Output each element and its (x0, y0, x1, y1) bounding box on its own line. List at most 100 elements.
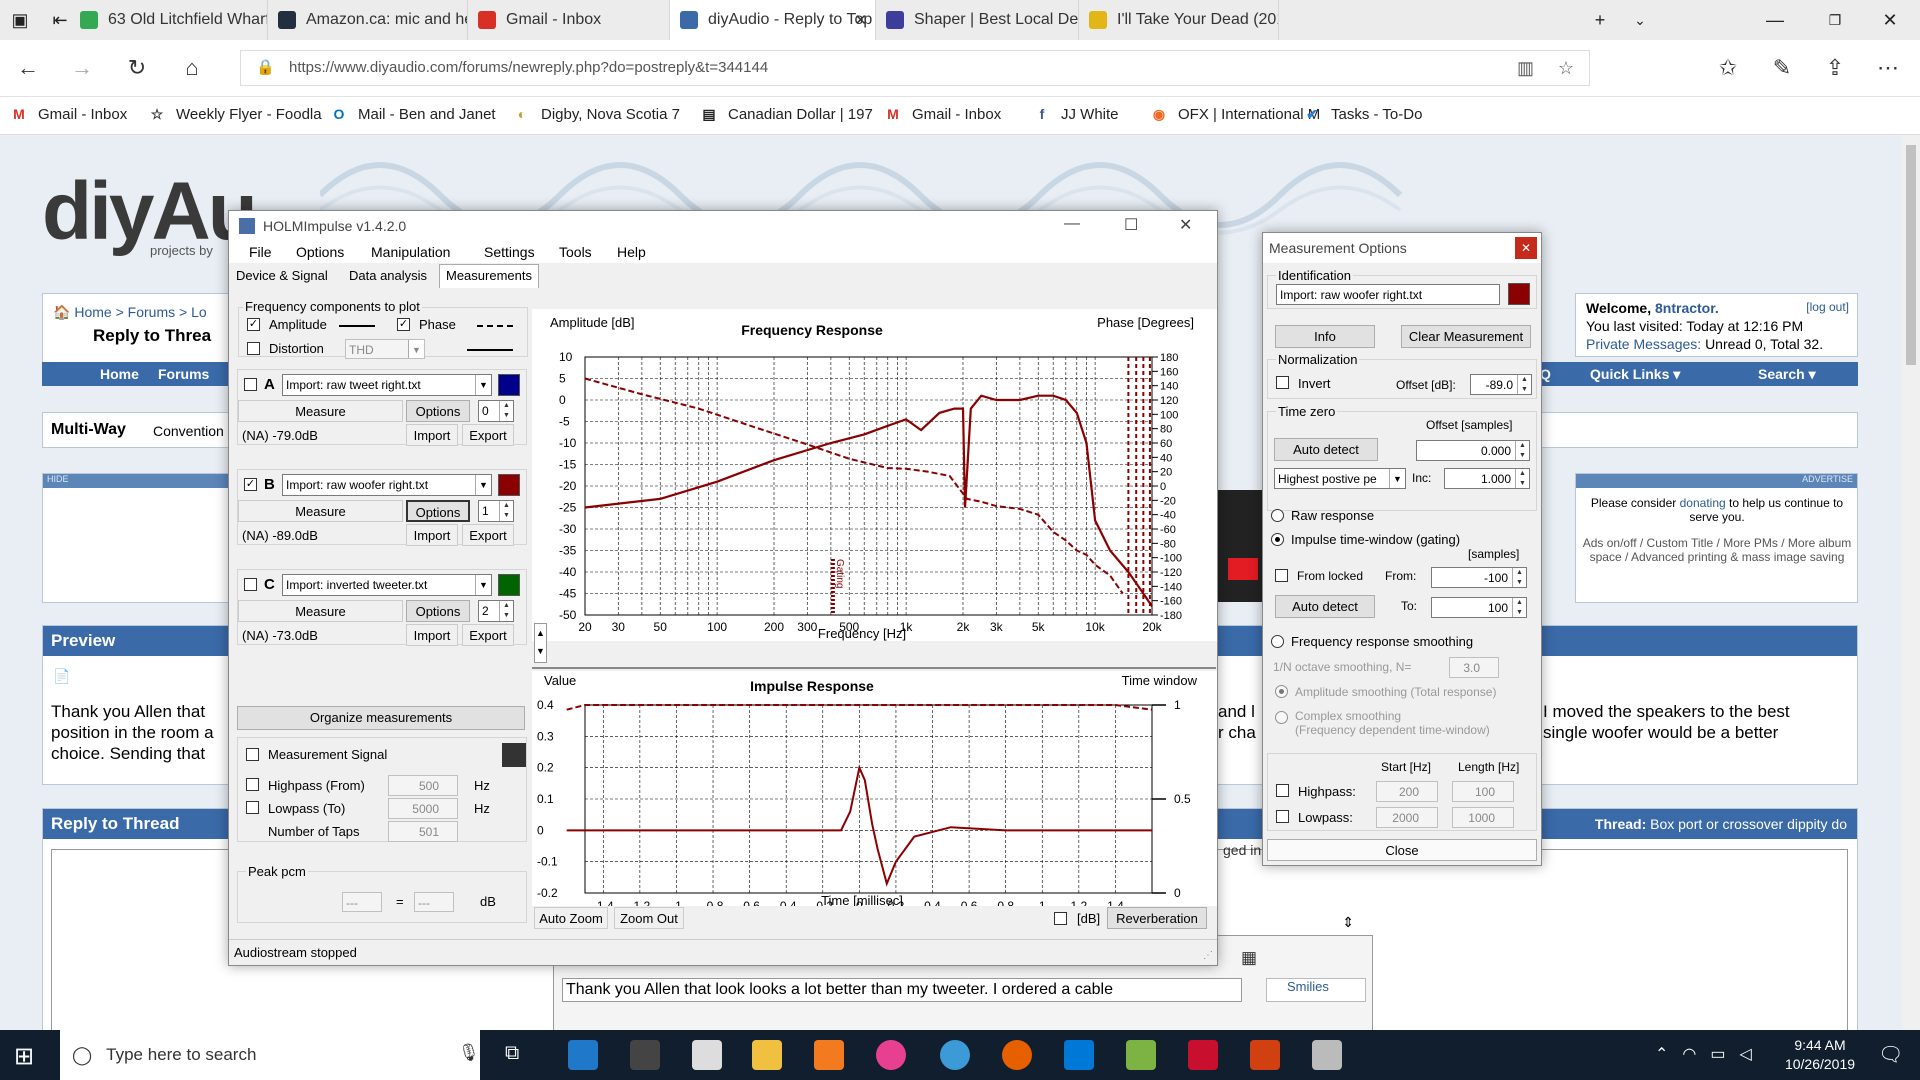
favorite-item[interactable]: f JJ White (1033, 105, 1119, 123)
favorite-item[interactable]: M Gmail - Inbox (10, 105, 127, 123)
gate-from-spin[interactable]: ▲ ▼ (1512, 568, 1526, 587)
forum-name[interactable]: Multi-Way (51, 421, 126, 439)
measurement-checkbox[interactable]: ✓ (244, 478, 257, 491)
chart-splitter[interactable] (532, 667, 1216, 669)
export-button[interactable]: Export (462, 424, 514, 446)
chart-scroll-arrows[interactable]: ▲ ▼ (534, 623, 547, 663)
tab-device-signal[interactable]: Device & Signal (236, 268, 328, 288)
lowpass-checkbox[interactable] (246, 801, 259, 814)
import-button[interactable]: Import (406, 624, 458, 646)
donate-link[interactable]: donating (1680, 496, 1726, 510)
favorite-star-icon[interactable]: ☆ (1558, 51, 1574, 85)
nav-forums[interactable]: Forums (158, 366, 209, 382)
nav-quick-links[interactable]: Quick Links ▾ (1590, 366, 1680, 383)
measurement-file-select[interactable]: Import: inverted tweeter.txt ▼ (282, 574, 492, 596)
timezero-spin[interactable]: ▲ ▼ (1515, 441, 1529, 460)
breadcrumb-home[interactable]: Home (74, 304, 111, 320)
mail-icon[interactable] (692, 1040, 722, 1070)
measurement-signal-checkbox[interactable] (246, 748, 259, 761)
signal-color-swatch[interactable] (502, 743, 526, 767)
browser-tab[interactable]: diyAudio - Reply to Top ✕ (670, 0, 876, 40)
app-green-icon[interactable] (1126, 1040, 1156, 1070)
holm-menu-help[interactable]: Help (617, 244, 646, 260)
edge-icon[interactable] (1064, 1040, 1094, 1070)
holm-menu-settings[interactable]: Settings (484, 244, 535, 260)
impulse-response-chart[interactable]: -1.4 -1.2 -1 -0.8 -0.6 -0.4 -0.2 0 0.2 0.4 0.6 0.8 1… (532, 671, 1217, 906)
share-icon[interactable]: ⇪ (1815, 50, 1855, 86)
thd-select[interactable]: THD ▼ (345, 339, 425, 359)
tab-list-chevron-icon[interactable]: ⌄ (1620, 0, 1660, 40)
url-input[interactable]: 🔒 https://www.diyaudio.com/forums/newrep… (240, 50, 1590, 86)
measurement-color-swatch[interactable] (498, 574, 520, 596)
inc-input[interactable]: 1.000 ▲ ▼ (1444, 468, 1530, 489)
measurement-color-swatch[interactable] (498, 474, 520, 496)
highpass-checkbox[interactable] (246, 778, 259, 791)
nav-home[interactable]: Home (100, 366, 139, 382)
favorite-item[interactable]: ◉ OFX | International M (1150, 105, 1320, 123)
ad-red-button[interactable] (1228, 558, 1258, 580)
notifications-icon[interactable]: 🗨 (1878, 1042, 1903, 1067)
windows-start-icon[interactable]: ⊞ (14, 1042, 34, 1071)
favorite-item[interactable]: ☆ Weekly Flyer - Foodla (148, 105, 322, 123)
measurement-spin[interactable]: 0 ▲ ▼ (478, 400, 514, 422)
calculator-icon[interactable] (630, 1040, 660, 1070)
identification-color-swatch[interactable] (1508, 283, 1530, 305)
timezero-method-select[interactable]: Highest postive pe ▼ (1274, 468, 1406, 489)
favorites-icon[interactable]: ✩ (1708, 50, 1748, 86)
favorite-item[interactable]: ◐ Digby, Nova Scotia 7 (513, 105, 680, 123)
reverberation-button[interactable]: Reverberation (1107, 907, 1207, 929)
highpass-input[interactable]: 500 (388, 775, 458, 796)
lp-length-input[interactable]: 1000 (1452, 807, 1514, 828)
firefox-icon[interactable] (1002, 1040, 1032, 1070)
raw-response-radio[interactable] (1271, 509, 1284, 522)
hp-length-input[interactable]: 100 (1452, 781, 1514, 802)
measurement-file-select[interactable]: Import: raw tweet right.txt ▼ (282, 374, 492, 396)
holmimpulse-taskbar-icon[interactable] (1312, 1040, 1342, 1070)
holm-close-icon[interactable]: ✕ (1179, 215, 1192, 235)
browser-tab[interactable]: 63 Old Litchfield Wharf Roa (70, 0, 268, 40)
browser-tab[interactable]: Gmail - Inbox (468, 0, 670, 40)
close-tab-icon[interactable]: ✕ (854, 11, 867, 29)
holm-menu-options[interactable]: Options (296, 244, 344, 260)
browser-tab[interactable]: Shaper | Best Local Deals or (876, 0, 1079, 40)
mo-close-icon[interactable]: ✕ (1515, 237, 1537, 259)
options-button[interactable]: Options (406, 400, 470, 422)
impulse-window-radio[interactable] (1271, 533, 1284, 546)
ads-options-text[interactable]: Ads on/off / Custom Title / More PMs / M… (1581, 536, 1853, 564)
lp-start-input[interactable]: 2000 (1376, 807, 1438, 828)
hide-label[interactable]: HIDE (43, 474, 231, 488)
thread-title[interactable]: Box port or crossover dippity do (1650, 816, 1847, 832)
taps-input[interactable]: 501 (388, 821, 458, 842)
measurement-checkbox[interactable] (244, 378, 257, 391)
distortion-checkbox[interactable] (247, 342, 260, 355)
smilies-box[interactable]: Smilies (1266, 978, 1366, 1002)
page-scrollbar[interactable] (1902, 135, 1920, 1030)
timezero-offset-input[interactable]: 0.000 ▲ ▼ (1416, 440, 1530, 461)
page-scrollbar-thumb[interactable] (1906, 145, 1916, 365)
measurement-file-select[interactable]: Import: raw woofer right.txt ▼ (282, 474, 492, 496)
gate-from-input[interactable]: -100 ▲ ▼ (1431, 567, 1527, 588)
holm-minimize-icon[interactable]: — (1064, 215, 1080, 233)
measurement-checkbox[interactable] (244, 578, 257, 591)
mo-close-button[interactable]: Close (1267, 839, 1537, 861)
favorite-item[interactable]: ✔ Tasks - To-Do (1303, 105, 1422, 123)
browser-tab[interactable]: I'll Take Your Dead (2018) - I (1079, 0, 1279, 40)
welcome-user[interactable]: 8ntractor. (1655, 300, 1719, 316)
taskbar-clock[interactable]: 9:44 AM 10/26/2019 (1775, 1036, 1865, 1074)
file-explorer-icon[interactable] (752, 1040, 782, 1070)
microphone-icon[interactable]: 🎙 (458, 1043, 480, 1063)
measurement-spin[interactable]: 2 ▲ ▼ (478, 600, 514, 622)
import-button[interactable]: Import (406, 524, 458, 546)
minimize-icon[interactable]: — (1745, 0, 1805, 40)
maximize-icon[interactable]: ❐ (1805, 0, 1865, 40)
close-window-icon[interactable]: ✕ (1860, 0, 1920, 40)
app-orange-icon[interactable] (1250, 1040, 1280, 1070)
system-tray-icons[interactable]: ⌃◠▭◁ (1655, 1044, 1766, 1064)
reading-view-icon[interactable]: ▥ (1517, 51, 1534, 85)
inc-spin[interactable]: ▲ ▼ (1515, 469, 1529, 488)
media-player-icon[interactable] (814, 1040, 844, 1070)
invert-checkbox[interactable] (1276, 376, 1289, 389)
clear-measurement-button[interactable]: Clear Measurement (1401, 325, 1531, 348)
editor-resize-icon[interactable]: ⇕ (1342, 914, 1354, 931)
measurement-color-swatch[interactable] (498, 374, 520, 396)
